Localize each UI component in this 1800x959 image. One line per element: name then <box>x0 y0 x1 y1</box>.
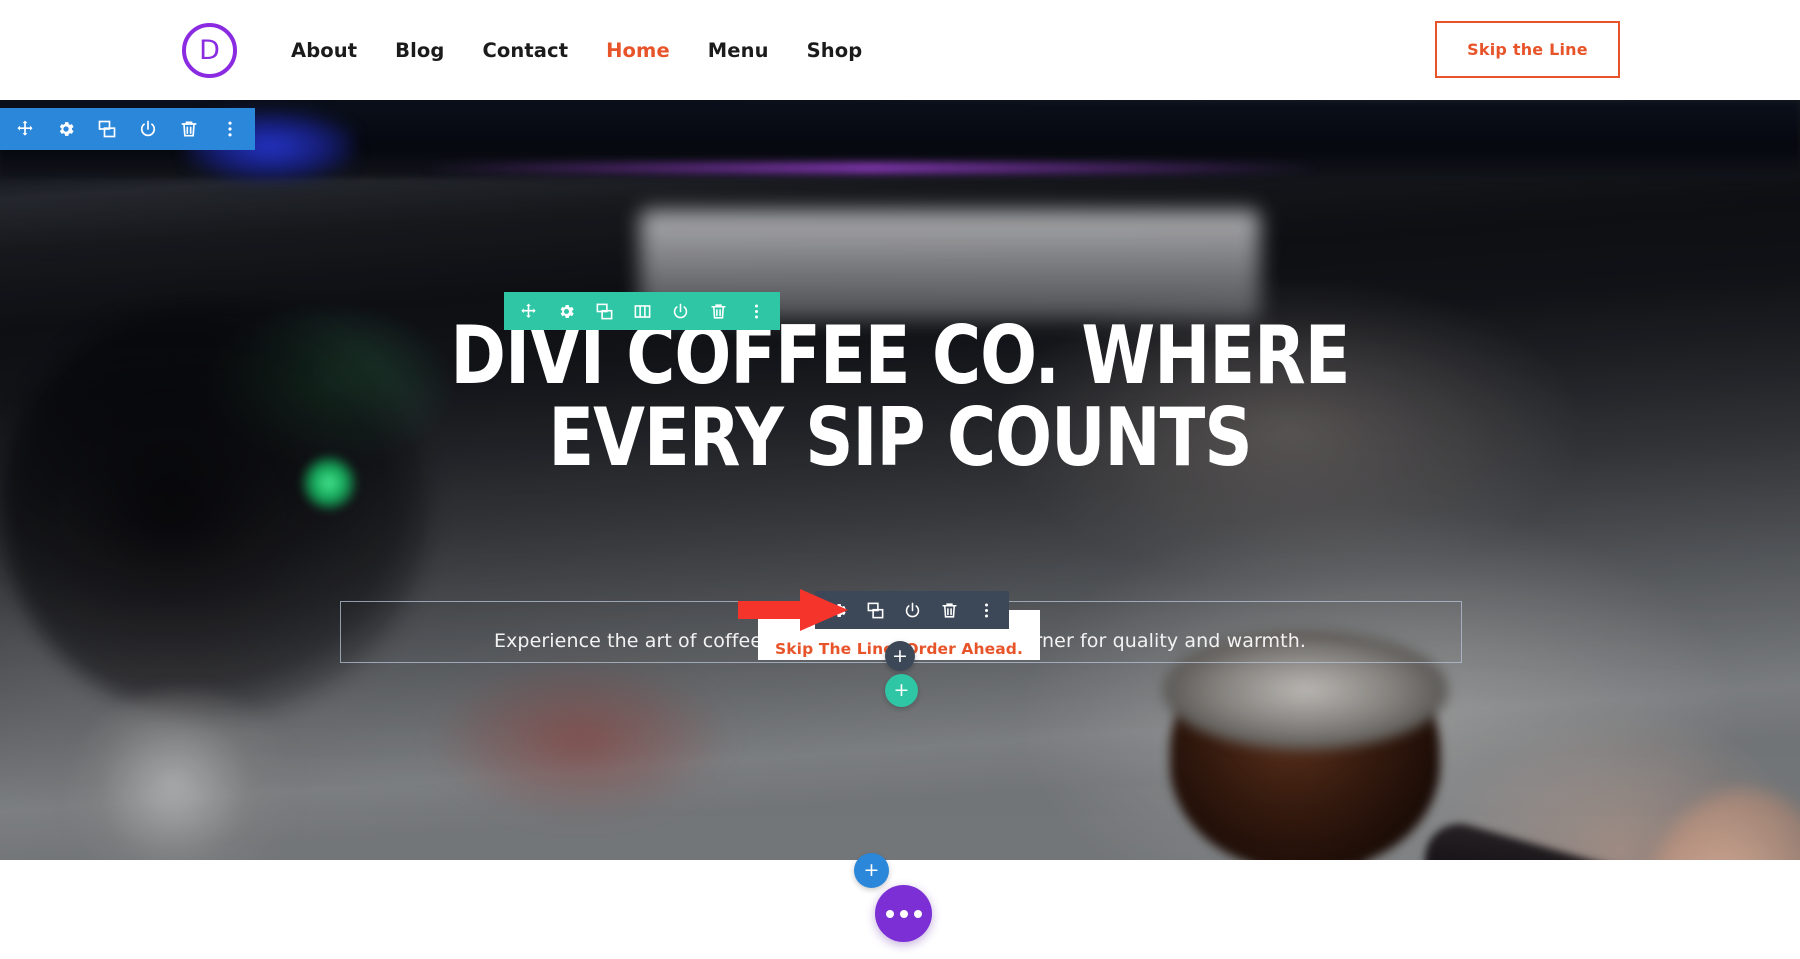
add-section-button[interactable]: + <box>854 853 889 888</box>
hero-section: DIVI COFFEE CO. WHERE EVERY SIP COUNTS E… <box>0 100 1800 860</box>
divi-visual-builder-page: D About Blog Contact Home Menu Shop Skip… <box>0 0 1800 959</box>
row-trash-icon[interactable] <box>708 301 728 321</box>
nav-item-shop[interactable]: Shop <box>788 39 882 62</box>
row-duplicate-icon[interactable] <box>594 301 614 321</box>
add-section-plus-icon: + <box>863 859 880 881</box>
section-trash-icon[interactable] <box>178 118 200 140</box>
main-navigation: About Blog Contact Home Menu Shop <box>272 0 881 100</box>
site-logo[interactable]: D <box>182 23 237 78</box>
row-columns-icon[interactable] <box>632 301 652 321</box>
row-toolbar <box>504 292 780 330</box>
nav-item-blog[interactable]: Blog <box>376 39 463 62</box>
section-gear-icon[interactable] <box>55 118 77 140</box>
row-power-icon[interactable] <box>670 301 690 321</box>
module-duplicate-icon[interactable] <box>865 600 885 620</box>
nav-item-contact[interactable]: Contact <box>463 39 587 62</box>
section-toolbar <box>0 108 255 150</box>
module-toolbar <box>815 591 1009 629</box>
section-power-icon[interactable] <box>137 118 159 140</box>
divi-builder-menu-button[interactable] <box>875 885 932 942</box>
module-trash-icon[interactable] <box>939 600 959 620</box>
hero-content: DIVI COFFEE CO. WHERE EVERY SIP COUNTS E… <box>0 100 1800 860</box>
divi-logo-icon: D <box>182 23 237 78</box>
hero-heading: DIVI COFFEE CO. WHERE EVERY SIP COUNTS <box>450 309 1350 485</box>
add-module-button[interactable]: + <box>885 641 915 671</box>
site-header: D About Blog Contact Home Menu Shop Skip… <box>0 0 1800 100</box>
module-gear-icon[interactable] <box>828 600 848 620</box>
nav-item-menu[interactable]: Menu <box>689 39 788 62</box>
add-row-button[interactable]: + <box>885 674 918 707</box>
add-module-plus-icon: + <box>892 644 908 667</box>
row-move-icon[interactable] <box>518 301 538 321</box>
section-move-icon[interactable] <box>14 118 36 140</box>
nav-item-home[interactable]: Home <box>587 39 689 62</box>
row-gear-icon[interactable] <box>556 301 576 321</box>
skip-the-line-button[interactable]: Skip the Line <box>1435 21 1620 78</box>
add-row-plus-icon: + <box>893 679 910 701</box>
section-duplicate-icon[interactable] <box>96 118 118 140</box>
section-ellipsis-vertical-icon[interactable] <box>219 118 241 140</box>
module-ellipsis-vertical-icon[interactable] <box>976 600 996 620</box>
nav-item-about[interactable]: About <box>272 39 376 62</box>
ellipsis-horizontal-icon <box>885 909 922 918</box>
row-ellipsis-vertical-icon[interactable] <box>746 301 766 321</box>
module-power-icon[interactable] <box>902 600 922 620</box>
